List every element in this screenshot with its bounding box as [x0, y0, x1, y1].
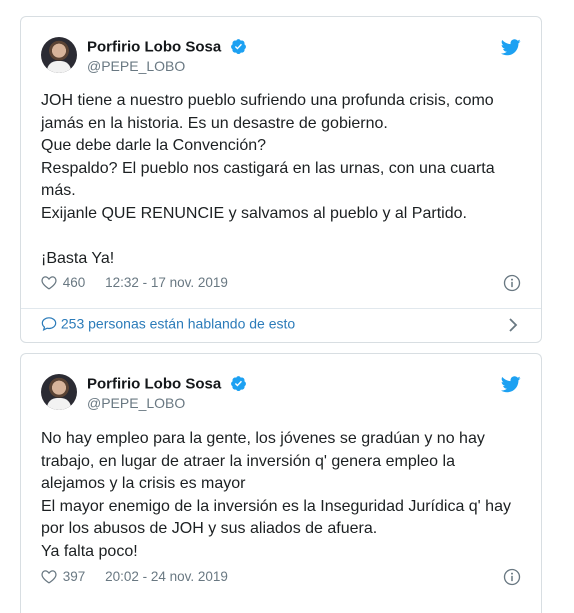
- tweet-text: JOH tiene a nuestro pueblo sufriendo una…: [41, 90, 521, 270]
- avatar[interactable]: [41, 37, 77, 73]
- tweet-line: El mayor enemigo de la inversión es la I…: [41, 497, 511, 538]
- tweet-line: Que debe darle la Convención?: [41, 137, 267, 154]
- verified-badge-icon: [230, 39, 246, 55]
- tweet-card[interactable]: Porfirio Lobo Sosa @PEPE_LOBO JOH tiene …: [20, 16, 542, 343]
- tweet-meta: 397 20:02 - 24 nov. 2019: [41, 568, 521, 588]
- tweet-text: No hay empleo para la gente, los jóvenes…: [41, 428, 521, 563]
- tweet-line: No hay empleo para la gente, los jóvenes…: [41, 430, 485, 492]
- tweet-card[interactable]: Porfirio Lobo Sosa @PEPE_LOBO No hay emp…: [20, 353, 542, 613]
- tweet-meta: 460 12:32 - 17 nov. 2019: [41, 274, 521, 294]
- author-row: Porfirio Lobo Sosa: [87, 38, 247, 56]
- tweet-line: [41, 225, 521, 248]
- author-handle[interactable]: @PEPE_LOBO: [87, 58, 185, 74]
- conversation-link[interactable]: 253 personas están hablando de esto: [41, 314, 521, 336]
- author-name[interactable]: Porfirio Lobo Sosa: [87, 375, 221, 392]
- author-row: Porfirio Lobo Sosa: [87, 375, 247, 393]
- heart-icon[interactable]: [41, 275, 57, 290]
- chevron-right-icon: [509, 318, 518, 332]
- author-name[interactable]: Porfirio Lobo Sosa: [87, 38, 221, 55]
- like-count[interactable]: 397: [63, 569, 86, 584]
- tweet-line: Exijanle QUE RENUNCIE y salvamos al pueb…: [41, 204, 467, 222]
- verified-badge-icon: [230, 376, 246, 392]
- twitter-bird-icon[interactable]: [501, 376, 521, 393]
- avatar[interactable]: [41, 374, 77, 410]
- heart-icon[interactable]: [41, 569, 57, 584]
- divider: [21, 308, 541, 309]
- info-icon[interactable]: [503, 568, 521, 586]
- tweet-line: JOH tiene a nuestro pueblo sufriendo una…: [41, 92, 494, 132]
- tweet-line: ¡Basta Ya!: [41, 249, 115, 267]
- tweet-line: Ya falta poco!: [41, 542, 138, 560]
- speech-bubble-icon: [41, 317, 57, 331]
- info-icon[interactable]: [503, 274, 521, 292]
- like-count[interactable]: 460: [63, 275, 86, 290]
- tweet-timestamp[interactable]: 12:32 - 17 nov. 2019: [105, 275, 228, 290]
- tweet-line: Respaldo? El pueblo nos castigará en las…: [41, 159, 495, 200]
- tweet-timestamp[interactable]: 20:02 - 24 nov. 2019: [105, 569, 228, 584]
- conversation-count: 253 personas están hablando de esto: [60, 315, 296, 332]
- twitter-bird-icon[interactable]: [501, 39, 521, 56]
- author-handle[interactable]: @PEPE_LOBO: [87, 395, 185, 411]
